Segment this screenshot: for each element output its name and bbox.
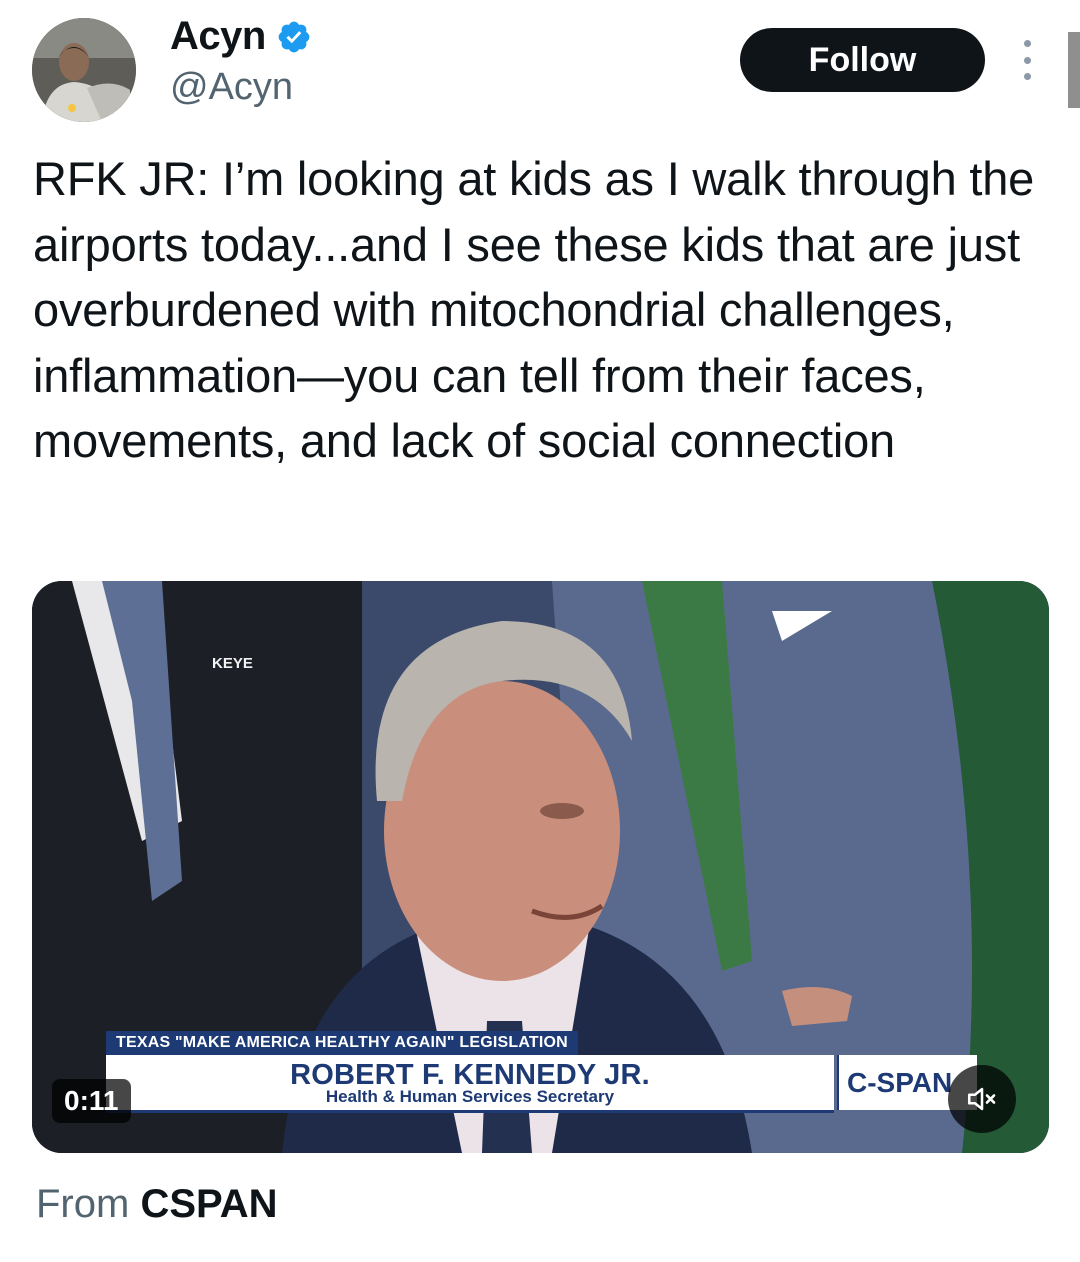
caption-nameplate: ROBERT F. KENNEDY JR. Health & Human Ser… [106,1055,834,1113]
author-handle[interactable]: @Acyn [170,66,293,109]
author-name-row[interactable]: Acyn [170,14,312,59]
scrollbar[interactable] [1068,32,1080,108]
video-player[interactable]: KEYE TEXAS "MAKE AMERICA HEALTHY AGAIN" … [32,581,1049,1153]
video-duration: 0:11 [52,1079,131,1123]
volume-muted-icon[interactable] [948,1065,1016,1133]
podium-sign: KEYE [212,655,253,672]
media-source: From CSPAN [36,1182,278,1227]
follow-button[interactable]: Follow [740,28,985,92]
more-vertical-icon[interactable] [1012,40,1042,80]
tweet-text: RFK JR: I’m looking at kids as I walk th… [33,152,1035,467]
caption-topic: TEXAS "MAKE AMERICA HEALTHY AGAIN" LEGIS… [106,1031,578,1055]
caption-title: Health & Human Services Secretary [325,1087,615,1106]
profile-avatar[interactable] [32,18,136,122]
media-source-link[interactable]: CSPAN [140,1182,277,1226]
media-source-prefix: From [36,1182,130,1226]
verified-badge-icon [278,21,310,52]
speaker-mute-glyph [967,1087,996,1111]
author-display-name[interactable]: Acyn [170,14,266,59]
